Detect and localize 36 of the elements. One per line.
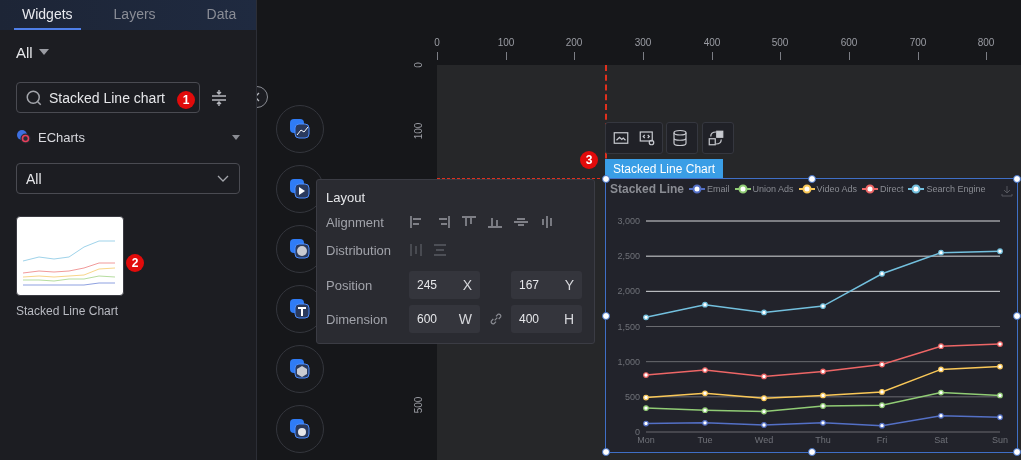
ruler-label: 500 — [412, 396, 424, 414]
panel-title: Layout — [326, 190, 367, 205]
ruler-label: 300 — [634, 37, 652, 48]
dimension-label: Dimension — [326, 311, 389, 327]
ruler-label: 600 — [840, 37, 858, 48]
axis-label: Mon — [637, 435, 655, 445]
axis-label: Fri — [876, 435, 888, 445]
ruler-label: 500 — [771, 37, 789, 48]
chart-title: Stacked Line — [610, 182, 685, 196]
axis-label: Thu — [815, 435, 831, 445]
axis-label: Tue — [697, 435, 713, 445]
axis-label: 2,500 — [617, 251, 640, 262]
ruler-label: 100 — [412, 122, 424, 140]
widget-label: Stacked Line Chart — [16, 304, 120, 318]
ruler-label: 100 — [497, 37, 515, 48]
ruler-label: 200 — [565, 37, 583, 48]
position-label: Position — [326, 277, 374, 293]
ruler-label: 400 — [703, 37, 721, 48]
ruler-label: 0 — [434, 37, 440, 48]
ruler-label: 700 — [909, 37, 927, 48]
axis-label: 1,000 — [617, 356, 640, 367]
axis-label: Wed — [754, 435, 774, 445]
step-badge: 1 — [177, 91, 195, 109]
axis-label: 0 — [635, 427, 640, 437]
selection-label: Stacked Line Chart — [605, 159, 724, 178]
ruler-label: 0 — [412, 62, 424, 68]
axis-label: Sun — [992, 435, 1008, 445]
axis-label: 3,000 — [617, 216, 640, 226]
step-badge: 2 — [126, 254, 144, 272]
axis-label: 2,000 — [617, 286, 640, 297]
alignment-label: Alignment — [326, 214, 385, 230]
axis-label: 1,500 — [617, 321, 640, 332]
axis-label: 500 — [624, 391, 640, 402]
axis-label: Sat — [934, 435, 948, 445]
distribution-label: Distribution — [326, 242, 393, 258]
ruler-label: 800 — [977, 37, 995, 48]
